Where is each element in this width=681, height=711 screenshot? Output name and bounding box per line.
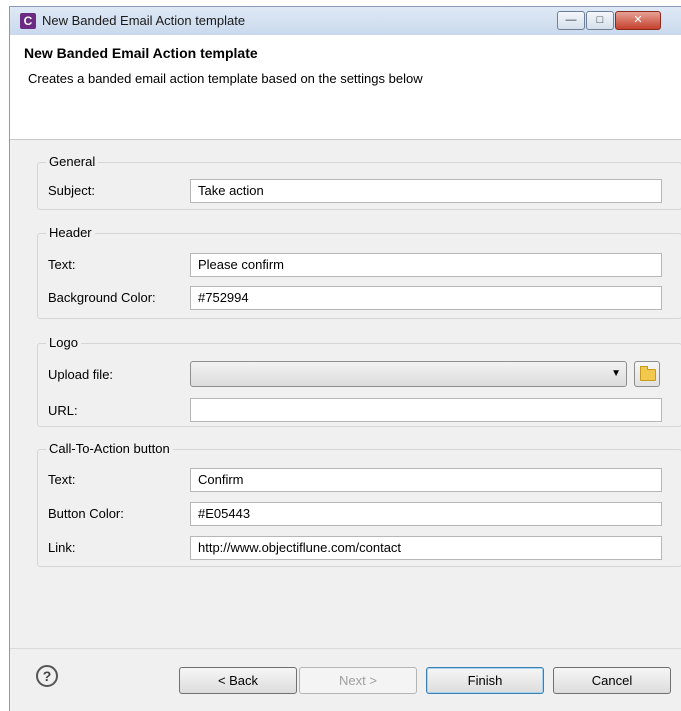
- button-color-input[interactable]: #E05443: [190, 502, 662, 526]
- minimize-button[interactable]: —: [557, 11, 585, 30]
- url-input[interactable]: [190, 398, 662, 422]
- button-color-label: Button Color:: [48, 506, 124, 521]
- header-text-input[interactable]: Please confirm: [190, 253, 662, 277]
- dialog-window: C New Banded Email Action template — □ ✕…: [9, 6, 681, 711]
- logo-legend: Logo: [46, 335, 81, 351]
- page-description: Creates a banded email action template b…: [28, 71, 423, 86]
- background-color-input[interactable]: #752994: [190, 286, 662, 310]
- next-button: Next >: [299, 667, 417, 694]
- cancel-button[interactable]: Cancel: [553, 667, 671, 694]
- title-bar[interactable]: C New Banded Email Action template — □ ✕: [10, 7, 681, 36]
- upload-file-label: Upload file:: [48, 367, 114, 382]
- dialog-header: New Banded Email Action template Creates…: [10, 35, 681, 140]
- background-color-label: Background Color:: [48, 290, 156, 305]
- cta-legend: Call-To-Action button: [46, 441, 173, 457]
- cta-group: Call-To-Action button Text: Confirm Butt…: [37, 441, 681, 567]
- chevron-down-icon[interactable]: ▼: [611, 368, 621, 379]
- finish-button[interactable]: Finish: [426, 667, 544, 694]
- page-title: New Banded Email Action template: [24, 45, 258, 61]
- close-button[interactable]: ✕: [615, 11, 661, 30]
- maximize-button[interactable]: □: [586, 11, 614, 30]
- browse-file-button[interactable]: [634, 361, 660, 387]
- folder-icon: [640, 366, 656, 381]
- window-title: New Banded Email Action template: [42, 13, 246, 28]
- link-input[interactable]: http://www.objectiflune.com/contact: [190, 536, 662, 560]
- cta-text-input[interactable]: Confirm: [190, 468, 662, 492]
- link-label: Link:: [48, 540, 76, 555]
- url-label: URL:: [48, 403, 78, 418]
- back-button[interactable]: < Back: [179, 667, 297, 694]
- header-legend: Header: [46, 225, 95, 241]
- app-logo-icon: C: [20, 13, 36, 29]
- upload-file-dropdown[interactable]: ▼: [190, 361, 627, 387]
- footer-divider: [10, 648, 681, 649]
- subject-input[interactable]: Take action: [190, 179, 662, 203]
- help-icon[interactable]: ?: [36, 665, 58, 687]
- subject-label: Subject:: [48, 183, 95, 198]
- cta-text-label: Text:: [48, 472, 76, 487]
- header-text-label: Text:: [48, 257, 76, 272]
- header-group: Header Text: Please confirm Background C…: [37, 225, 681, 319]
- logo-group: Logo Upload file: ▼ URL:: [37, 335, 681, 427]
- general-legend: General: [46, 154, 99, 170]
- general-group: General Subject: Take action: [37, 154, 681, 210]
